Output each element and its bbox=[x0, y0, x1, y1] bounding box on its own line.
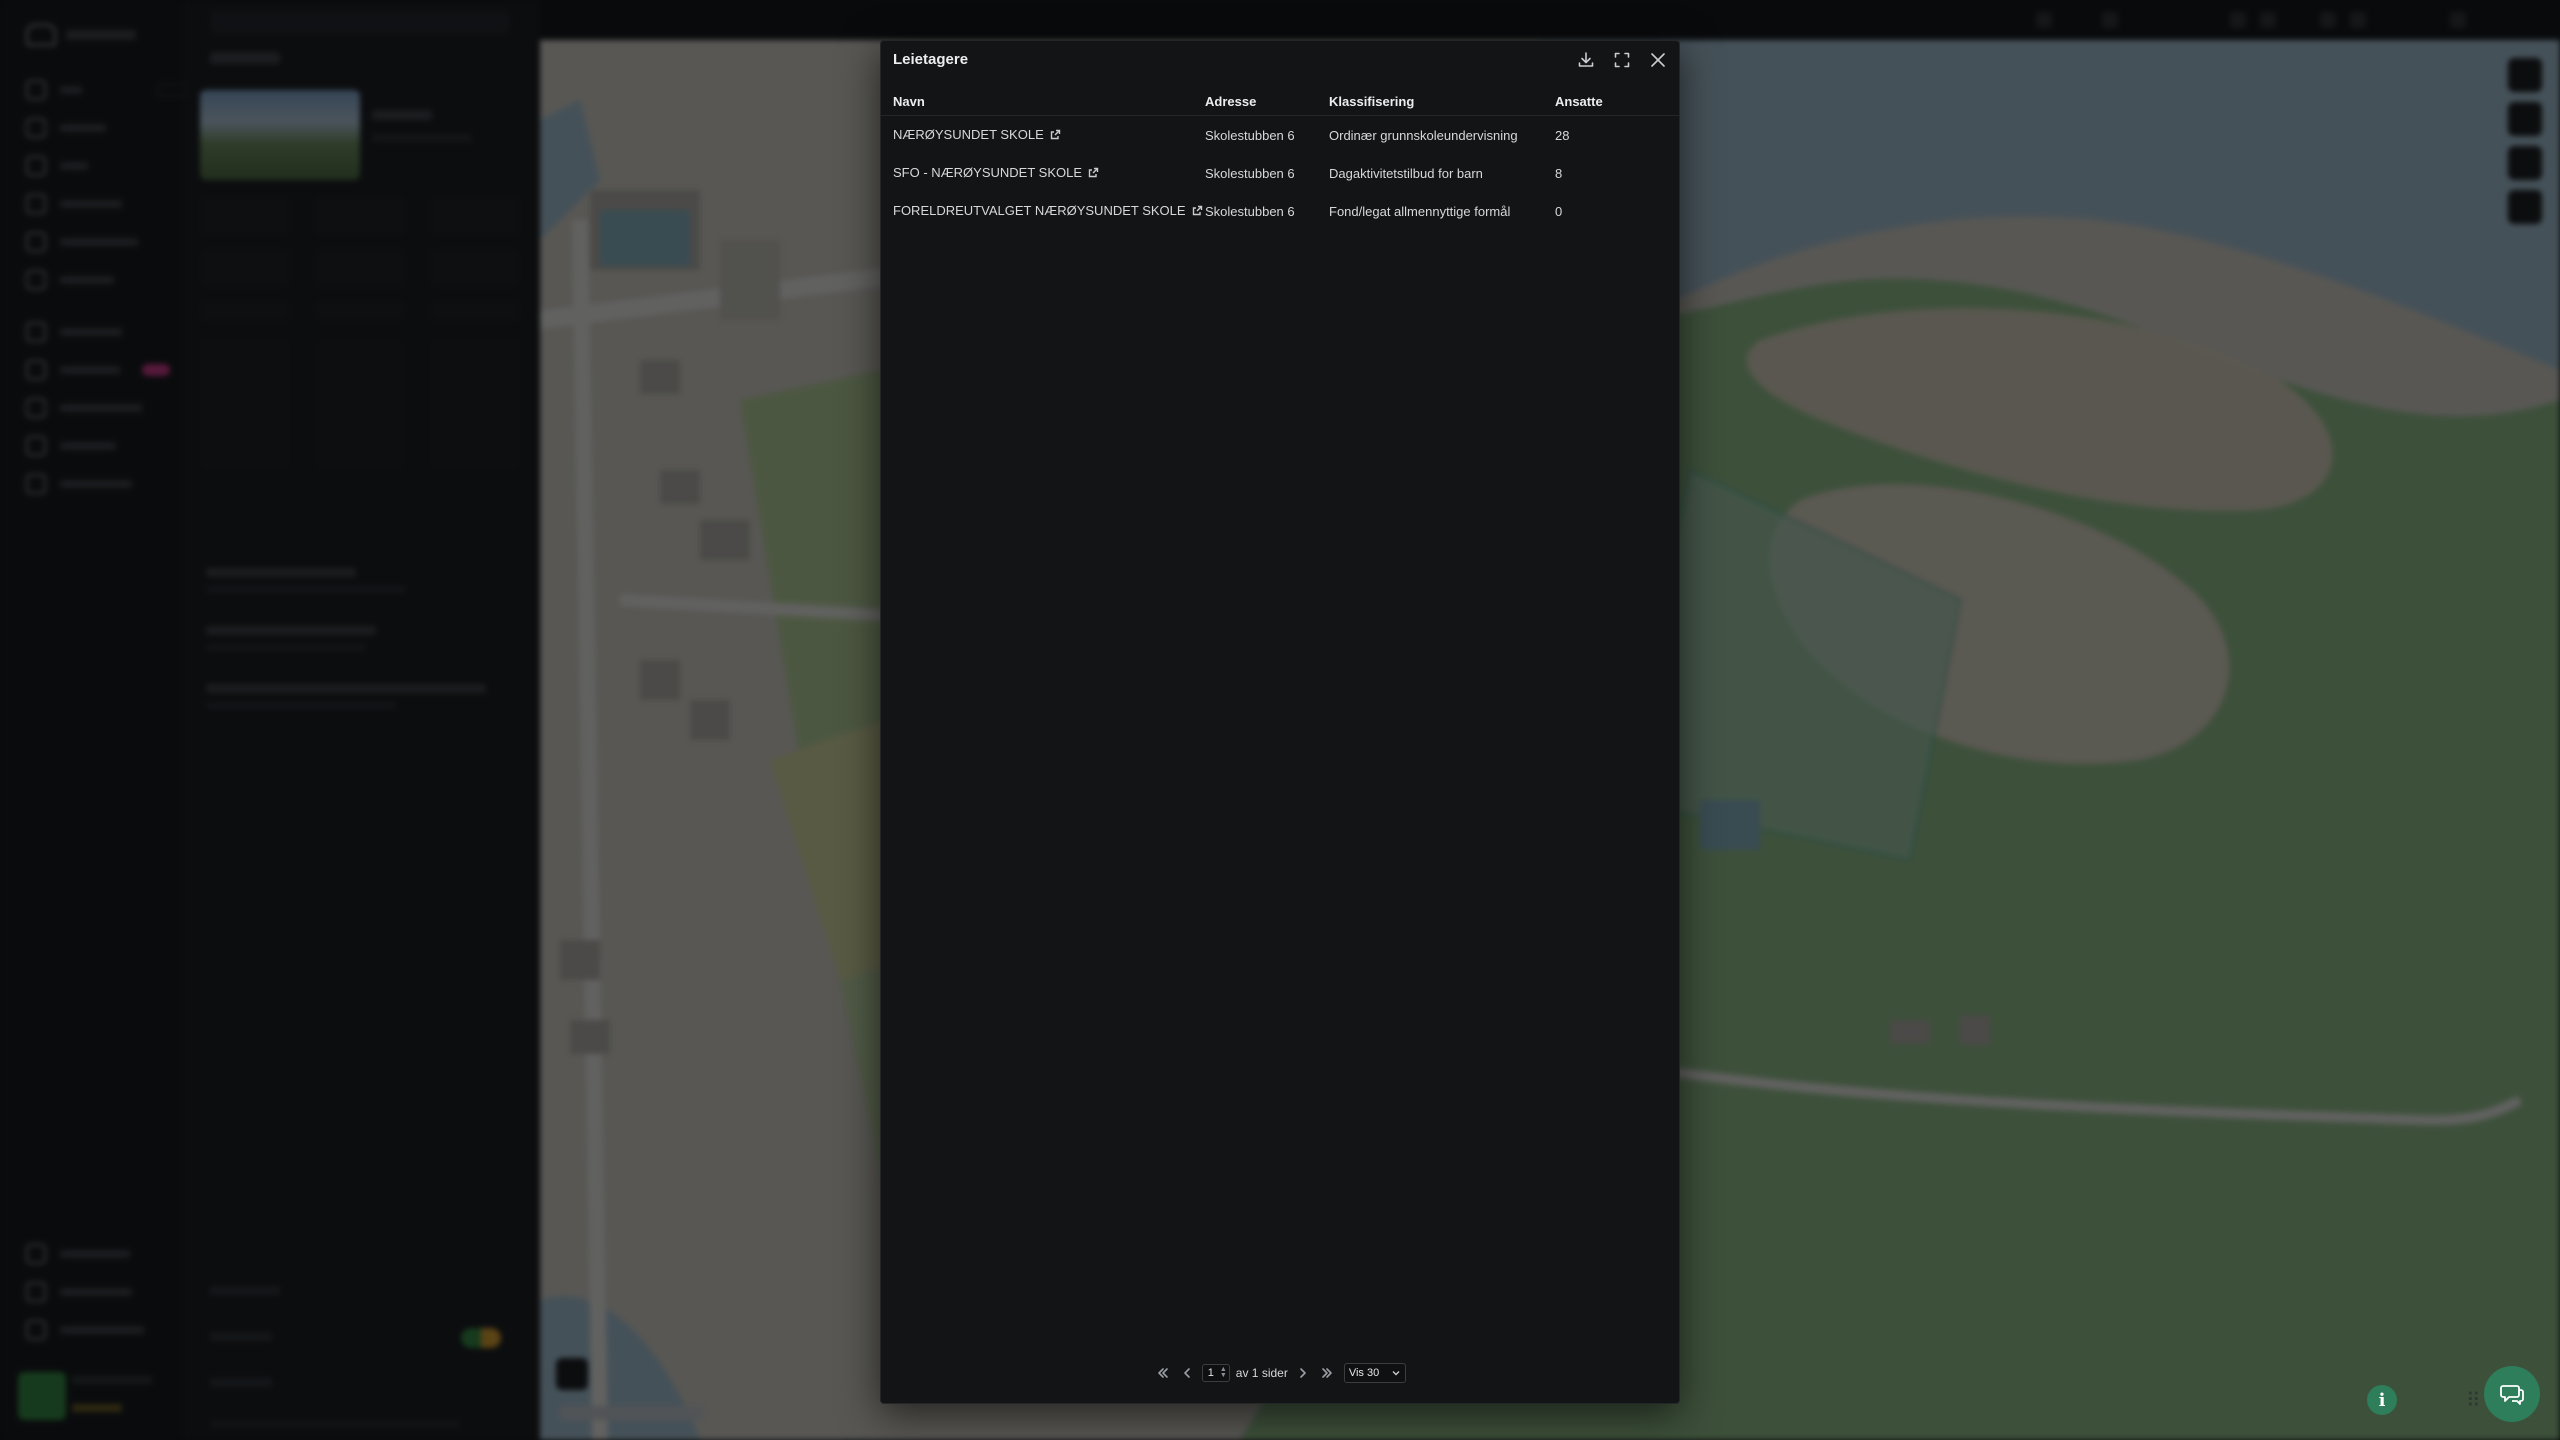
close-icon bbox=[1651, 53, 1665, 67]
chat-icon bbox=[2500, 1385, 2524, 1405]
prev-page-button[interactable] bbox=[1178, 1364, 1196, 1382]
last-page-button[interactable] bbox=[1318, 1364, 1336, 1382]
drag-handle-icon[interactable]: ⠿ bbox=[2466, 1388, 2481, 1413]
table-row: FORELDREUTVALGET NÆRØYSUNDET SKOLE Skole… bbox=[881, 192, 1679, 230]
page-number-input[interactable]: 1 ▲ ▼ bbox=[1201, 1364, 1230, 1382]
close-button[interactable] bbox=[1647, 49, 1669, 71]
tenant-address: Skolestubben 6 bbox=[1205, 203, 1295, 219]
tenant-name[interactable]: SFO - NÆRØYSUNDET SKOLE bbox=[893, 165, 1082, 180]
table-header-row: Navn Adresse Klassifisering Ansatte bbox=[881, 87, 1679, 116]
tenants-modal: Leietagere Navn Adresse Klassifisering A… bbox=[880, 40, 1680, 1404]
first-page-button[interactable] bbox=[1154, 1364, 1172, 1382]
stepper-icon[interactable]: ▲ ▼ bbox=[1220, 1366, 1227, 1379]
tenant-employees: 0 bbox=[1555, 203, 1563, 219]
chevrons-left-icon bbox=[1157, 1368, 1168, 1378]
chat-button[interactable] bbox=[2484, 1366, 2540, 1422]
chevron-right-icon bbox=[1300, 1368, 1306, 1378]
tenant-employees: 28 bbox=[1555, 127, 1570, 143]
expand-icon bbox=[1614, 52, 1630, 68]
table-row: NÆRØYSUNDET SKOLE Skolestubben 6 Ordinær… bbox=[881, 116, 1679, 155]
external-link-icon[interactable] bbox=[1192, 204, 1203, 219]
modal-title: Leietagere bbox=[893, 51, 969, 68]
tenant-name-cell[interactable]: SFO - NÆRØYSUNDET SKOLE bbox=[881, 154, 1205, 192]
column-header-address[interactable]: Adresse bbox=[1205, 87, 1329, 116]
chevron-down-icon bbox=[1392, 1371, 1400, 1376]
page-number-value: 1 bbox=[1207, 1367, 1214, 1379]
external-link-icon[interactable] bbox=[1088, 166, 1099, 181]
column-header-name[interactable]: Navn bbox=[881, 87, 1205, 116]
column-header-classification[interactable]: Klassifisering bbox=[1329, 87, 1555, 116]
pagination: 1 ▲ ▼ av 1 sider Vis 30 bbox=[881, 1363, 1679, 1383]
chevron-left-icon bbox=[1183, 1368, 1190, 1378]
page-size-select[interactable]: Vis 30 bbox=[1343, 1363, 1407, 1383]
tenant-address: Skolestubben 6 bbox=[1205, 165, 1295, 181]
chevrons-right-icon bbox=[1322, 1368, 1332, 1378]
next-page-button[interactable] bbox=[1294, 1364, 1312, 1382]
modal-actions bbox=[1575, 49, 1669, 71]
tenant-classification: Fond/legat allmennyttige formål bbox=[1329, 203, 1511, 219]
page-size-value: Vis 30 bbox=[1348, 1367, 1380, 1379]
tenant-address: Skolestubben 6 bbox=[1205, 127, 1295, 143]
table-row: SFO - NÆRØYSUNDET SKOLE Skolestubben 6 D… bbox=[881, 154, 1679, 192]
tenant-name-cell[interactable]: FORELDREUTVALGET NÆRØYSUNDET SKOLE bbox=[881, 192, 1205, 230]
external-link-icon[interactable] bbox=[1050, 128, 1061, 143]
column-header-employees[interactable]: Ansatte bbox=[1555, 87, 1679, 116]
tenant-name[interactable]: NÆRØYSUNDET SKOLE bbox=[893, 127, 1044, 142]
tenant-classification: Ordinær grunnskoleundervisning bbox=[1329, 127, 1518, 143]
expand-button[interactable] bbox=[1611, 49, 1633, 71]
download-button[interactable] bbox=[1575, 49, 1597, 71]
tenant-classification: Dagaktivitetstilbud for barn bbox=[1329, 165, 1483, 181]
tenants-table: Navn Adresse Klassifisering Ansatte NÆRØ… bbox=[881, 87, 1679, 230]
page-count-text: av 1 sider bbox=[1235, 1366, 1288, 1380]
tenant-name[interactable]: FORELDREUTVALGET NÆRØYSUNDET SKOLE bbox=[893, 203, 1186, 218]
download-icon bbox=[1578, 52, 1594, 67]
info-icon[interactable]: i bbox=[2367, 1385, 2397, 1415]
tenant-name-cell[interactable]: NÆRØYSUNDET SKOLE bbox=[881, 116, 1205, 155]
tenant-employees: 8 bbox=[1555, 165, 1563, 181]
